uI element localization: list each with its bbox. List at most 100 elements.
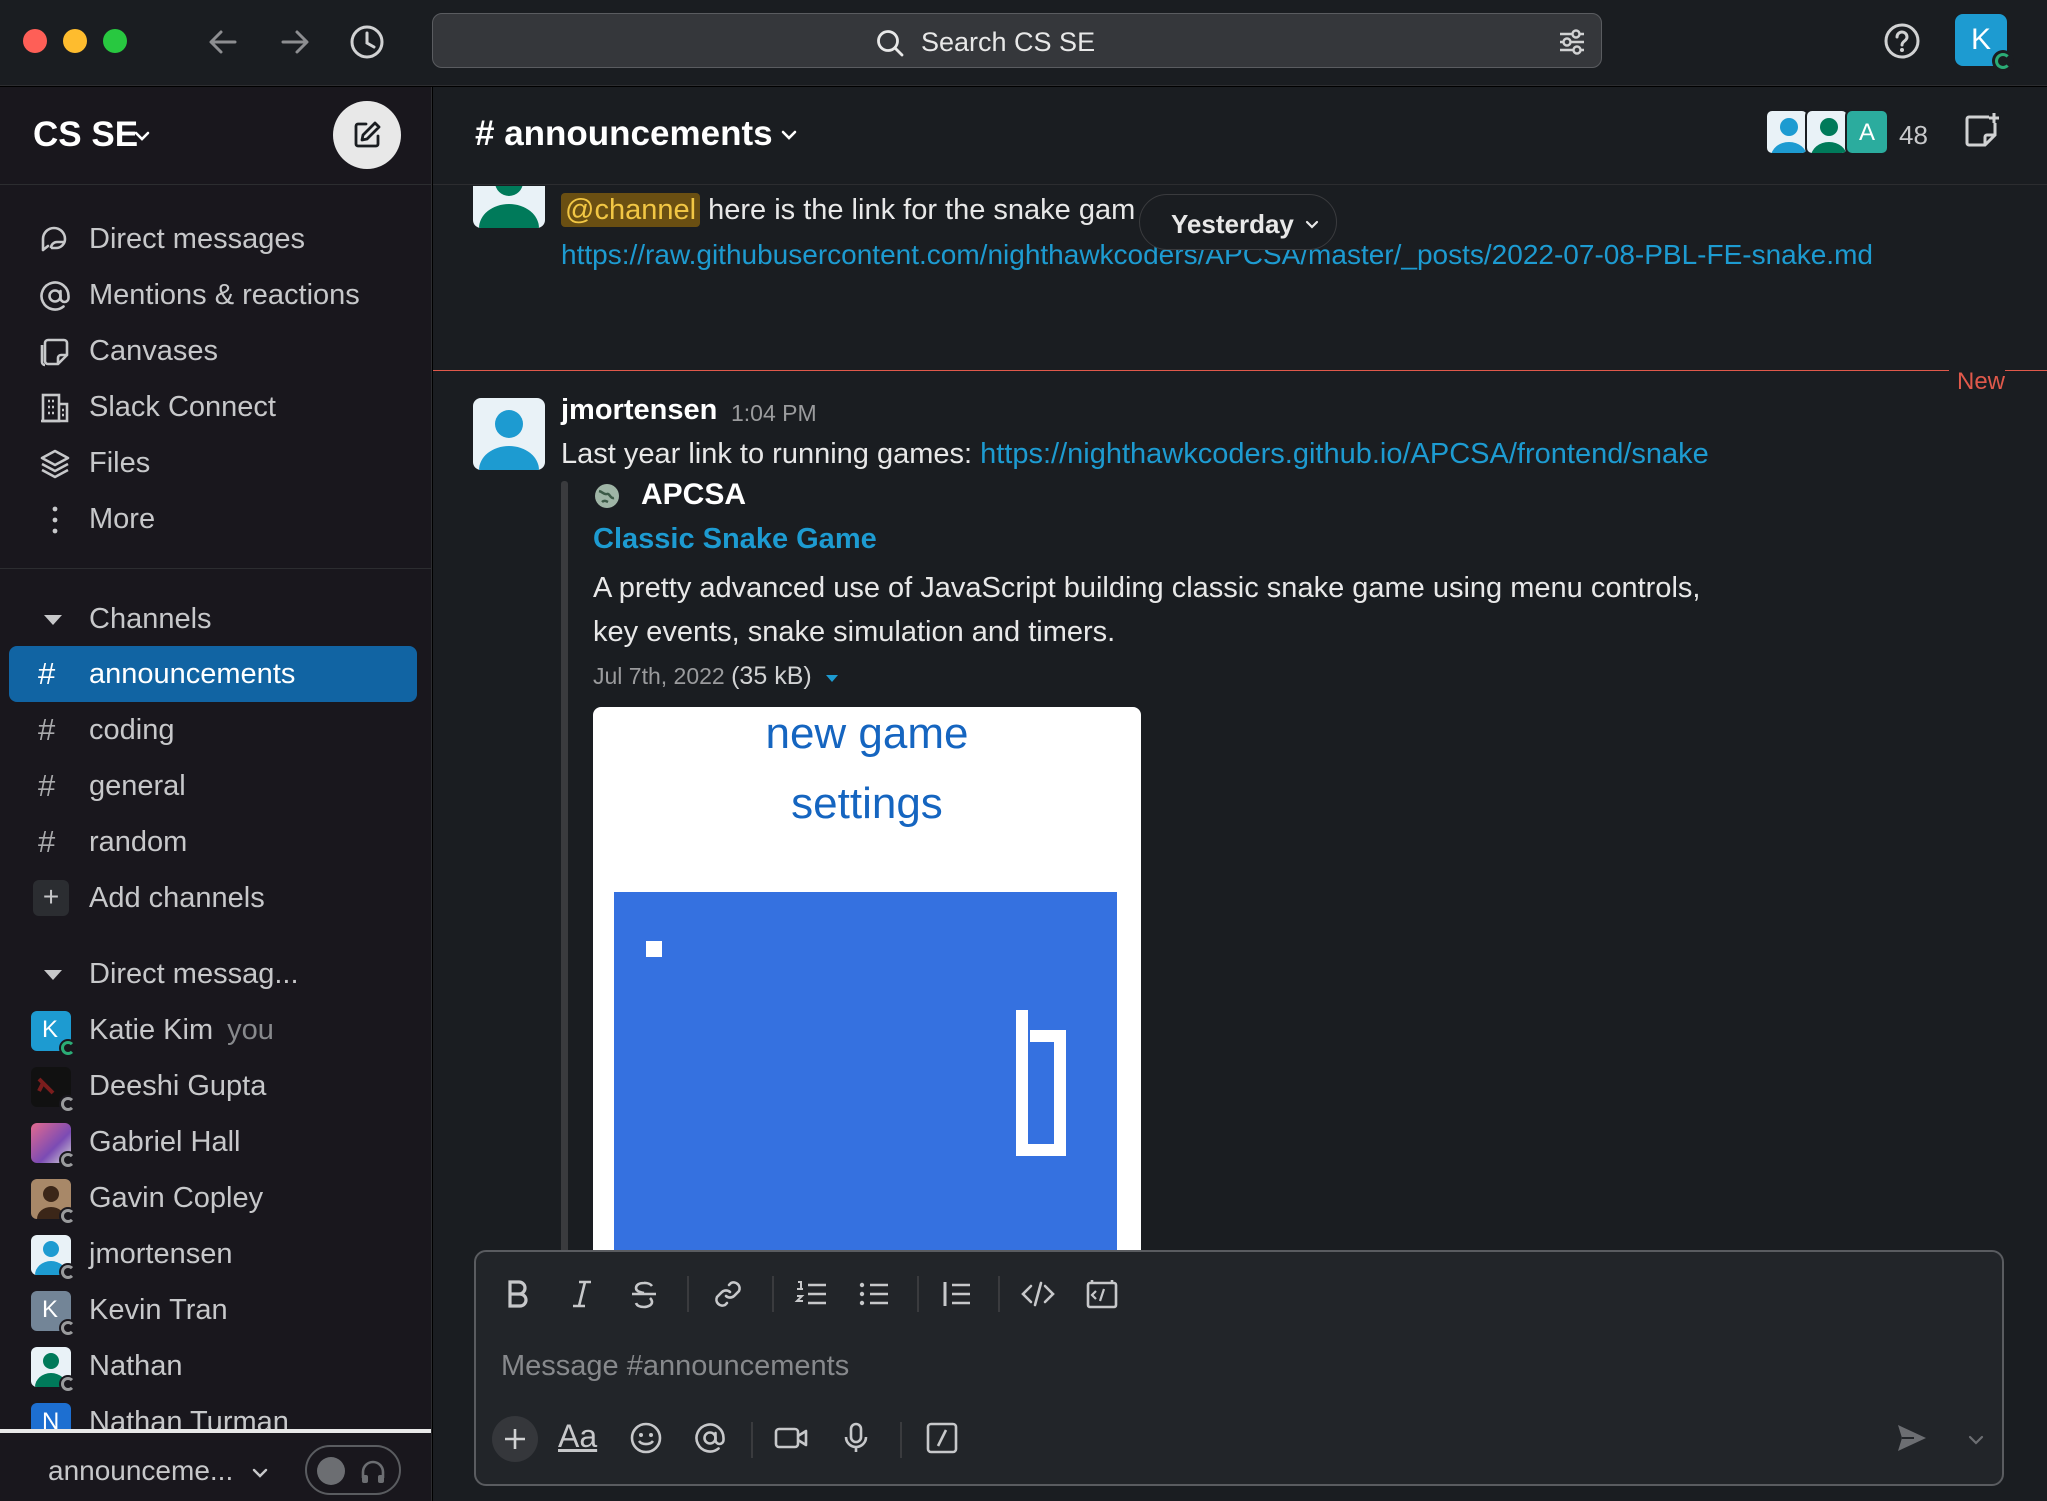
- message-link[interactable]: https://nighthawkcoders.github.io/APCSA/…: [980, 438, 1709, 470]
- sidebar-channel-announcements[interactable]: # announcements: [9, 646, 417, 702]
- emoji-icon[interactable]: [626, 1418, 666, 1458]
- numbered-list-icon[interactable]: [792, 1274, 832, 1314]
- dms-section-header[interactable]: Direct messag...: [0, 948, 431, 1000]
- channels-section-header[interactable]: Channels: [0, 593, 431, 645]
- slash-command-icon[interactable]: [922, 1418, 962, 1458]
- user-avatar[interactable]: K: [1955, 14, 2014, 72]
- workspace-name[interactable]: CS SE: [33, 115, 138, 155]
- bulleted-list-icon[interactable]: [854, 1274, 894, 1314]
- chevron-down-icon[interactable]: [252, 1467, 268, 1479]
- message-text: Last year link to running games: https:/…: [561, 438, 1709, 471]
- channel-canvas-icon[interactable]: [1961, 111, 2001, 151]
- globe-icon: [593, 482, 621, 510]
- dm-label: jmortensen: [89, 1238, 233, 1270]
- dm-item-nathan[interactable]: Nathan: [0, 1337, 431, 1393]
- unfurl-bar: [561, 481, 568, 1336]
- channel-label: announcements: [89, 658, 296, 690]
- zoom-window-button[interactable]: [103, 29, 127, 53]
- mention-icon[interactable]: [690, 1418, 730, 1458]
- message-author[interactable]: jmortensen: [561, 394, 717, 427]
- huddle-toggle[interactable]: [305, 1445, 401, 1495]
- blockquote-icon[interactable]: [936, 1274, 976, 1314]
- chevron-down-icon: [1305, 220, 1319, 229]
- chevron-down-icon[interactable]: [1968, 1434, 1984, 1446]
- bold-icon[interactable]: [498, 1274, 538, 1314]
- dm-label: Kevin Tran: [89, 1294, 228, 1326]
- strikethrough-icon[interactable]: [624, 1274, 664, 1314]
- sidebar-item-label: Direct messages: [89, 223, 305, 255]
- message-body: here is the link for the snake gam: [700, 194, 1136, 226]
- back-arrow-icon[interactable]: [203, 22, 243, 62]
- formatting-toggle[interactable]: Aa: [558, 1418, 597, 1455]
- member-count[interactable]: 48: [1899, 120, 1928, 151]
- channel-title[interactable]: # announcements: [475, 114, 773, 154]
- minimize-window-button[interactable]: [63, 29, 87, 53]
- forward-arrow-icon[interactable]: [275, 22, 315, 62]
- sidebar-channel-general[interactable]: # general: [9, 758, 417, 814]
- headphones-icon: [361, 1460, 385, 1483]
- dm-item-deeshi-gupta[interactable]: Deeshi Gupta: [0, 1057, 431, 1113]
- sidebar-item-direct-messages[interactable]: Direct messages: [0, 213, 431, 265]
- unfurl-title-link[interactable]: Classic Snake Game: [593, 523, 877, 556]
- unfurl-date: Jul 7th, 2022: [593, 663, 725, 689]
- sidebar-channel-random[interactable]: # random: [9, 814, 417, 870]
- date-divider-label: Yesterday: [1171, 209, 1294, 239]
- huddle-channel-label[interactable]: announceme...: [48, 1455, 233, 1487]
- sidebar-divider: [0, 568, 431, 569]
- active-status-icon: [59, 1039, 77, 1057]
- sidebar-item-files[interactable]: Files: [0, 437, 431, 489]
- dm-item-jmortensen[interactable]: jmortensen: [0, 1225, 431, 1281]
- unfurl-preview-image[interactable]: new game settings: [593, 707, 1141, 1336]
- history-clock-icon[interactable]: [347, 22, 387, 62]
- code-icon[interactable]: [1018, 1274, 1058, 1314]
- search-filter-icon[interactable]: [1557, 27, 1587, 57]
- date-divider-button[interactable]: Yesterday: [1139, 194, 1337, 250]
- message-list[interactable]: @channel here is the link for the snake …: [433, 186, 2047, 1336]
- search-bar[interactable]: Search CS SE: [432, 13, 1602, 68]
- channel-mention[interactable]: @channel: [561, 193, 701, 227]
- chevron-down-icon[interactable]: [133, 129, 151, 143]
- dm-item-gavin-copley[interactable]: Gavin Copley: [0, 1169, 431, 1225]
- message-avatar[interactable]: [473, 398, 545, 470]
- dm-label: Gabriel Hall: [89, 1126, 241, 1158]
- send-icon[interactable]: [1894, 1420, 1930, 1456]
- dm-item-gabriel-hall[interactable]: Gabriel Hall: [0, 1113, 431, 1169]
- dm-item-kevin-tran[interactable]: K Kevin Tran: [0, 1281, 431, 1337]
- message-avatar[interactable]: [473, 186, 545, 228]
- code-block-icon[interactable]: [1082, 1274, 1122, 1314]
- video-icon[interactable]: [771, 1418, 811, 1458]
- sidebar-item-label: Files: [89, 447, 151, 479]
- toolbar-separator: [900, 1422, 902, 1458]
- italic-icon[interactable]: [562, 1274, 602, 1314]
- message-body: Last year link to running games:: [561, 438, 981, 470]
- link-icon[interactable]: [708, 1274, 748, 1314]
- help-icon[interactable]: [1882, 21, 1922, 61]
- caret-down-icon[interactable]: [824, 672, 840, 684]
- add-channels-button[interactable]: + Add channels: [9, 870, 417, 926]
- sidebar-item-more[interactable]: More: [0, 493, 431, 545]
- attach-button[interactable]: [492, 1416, 538, 1462]
- close-window-button[interactable]: [23, 29, 47, 53]
- building-icon: [38, 391, 72, 425]
- sidebar-item-mentions[interactable]: Mentions & reactions: [0, 269, 431, 321]
- dm-icon: [38, 223, 72, 257]
- toolbar-separator: [998, 1276, 1000, 1312]
- active-status-icon: [1992, 50, 2014, 72]
- more-vertical-icon: [38, 503, 72, 537]
- toolbar-separator: [917, 1276, 919, 1312]
- avatar-initial: K: [42, 1016, 59, 1043]
- canvas-icon: [38, 335, 72, 369]
- chevron-down-icon[interactable]: [780, 128, 798, 142]
- message-timestamp[interactable]: 1:04 PM: [731, 400, 817, 427]
- sidebar-item-slack-connect[interactable]: Slack Connect: [0, 381, 431, 433]
- microphone-icon[interactable]: [836, 1418, 876, 1458]
- user-avatar-initial: K: [1970, 23, 1991, 56]
- dm-item-katie-kim[interactable]: K Katie Kim you: [0, 1001, 431, 1057]
- compose-button[interactable]: [333, 101, 401, 169]
- unfurl-description: A pretty advanced use of JavaScript buil…: [593, 572, 1701, 648]
- channel-view: # announcements A 48 @channel here is th…: [433, 87, 2047, 1501]
- sidebar-item-canvases[interactable]: Canvases: [0, 325, 431, 377]
- message-input[interactable]: Message #announcements: [501, 1350, 849, 1383]
- away-status-icon: [59, 1375, 77, 1393]
- sidebar-channel-coding[interactable]: # coding: [9, 702, 417, 758]
